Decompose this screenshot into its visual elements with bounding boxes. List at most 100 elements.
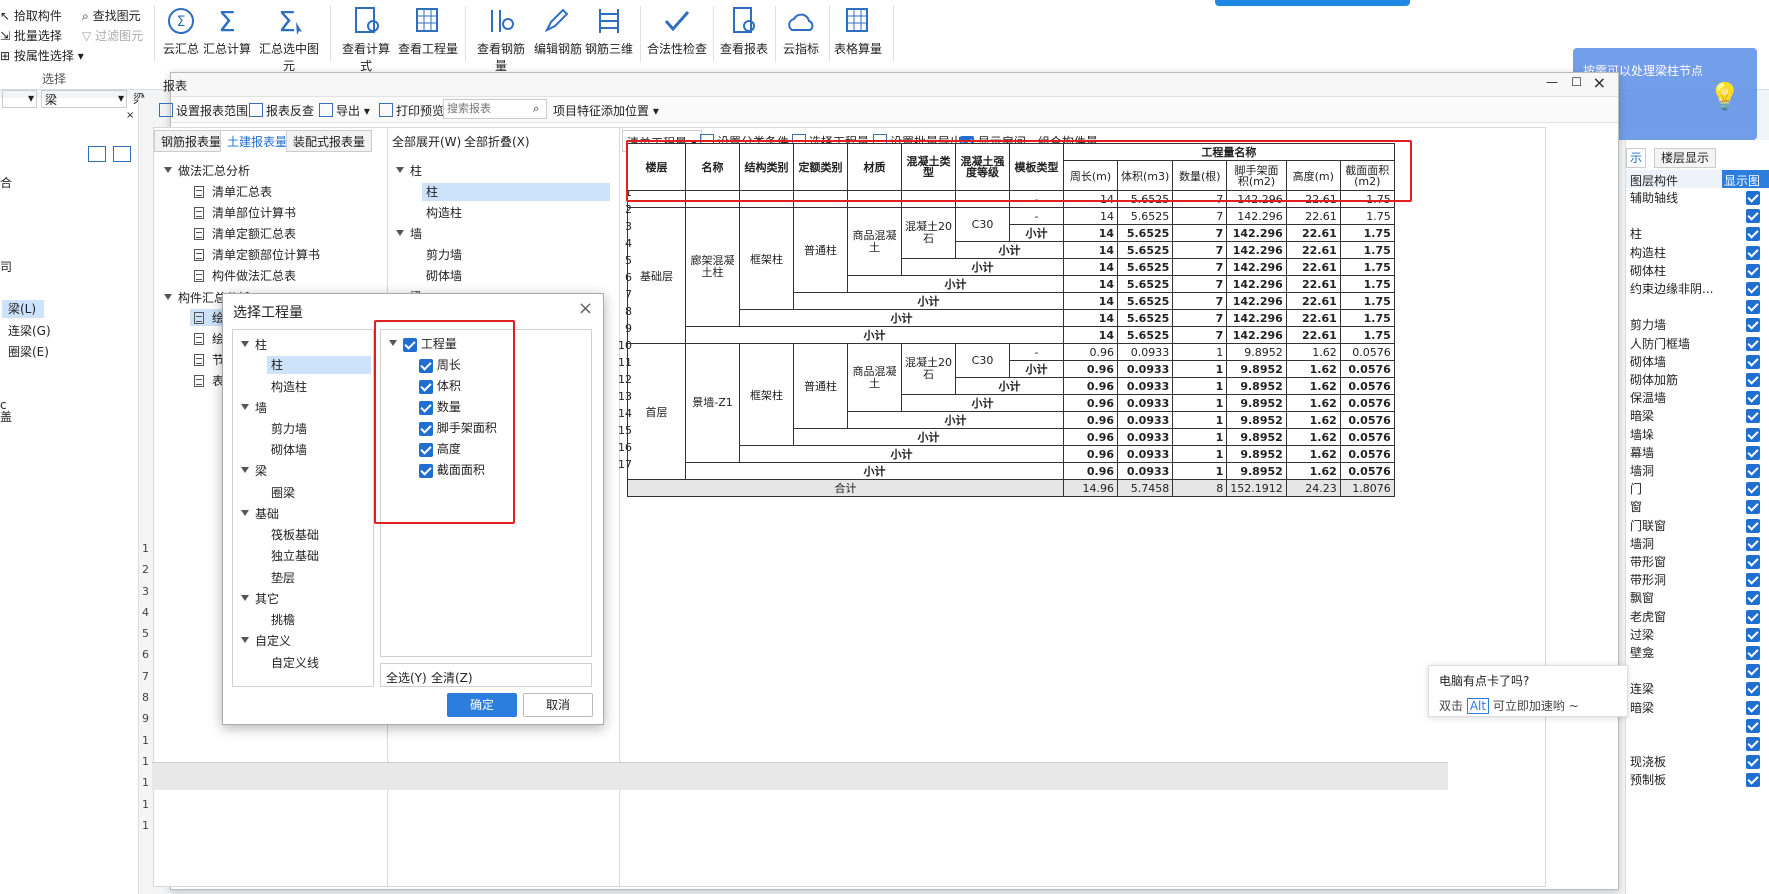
- add-feature-position-button[interactable]: 项目特征添加位置 ▾: [553, 102, 659, 119]
- value-cell[interactable]: 1.75: [1339, 326, 1395, 344]
- value-cell[interactable]: 1.75: [1339, 309, 1395, 327]
- value-cell[interactable]: 1.75: [1339, 241, 1395, 259]
- value-cell[interactable]: 9.8952: [1226, 411, 1287, 429]
- value-cell[interactable]: 142.296: [1226, 309, 1287, 327]
- layer-row[interactable]: [1630, 734, 1768, 754]
- tree-item-report[interactable]: 节: [194, 351, 224, 368]
- dlg-item[interactable]: 筏板基础: [271, 526, 319, 543]
- view-formula-button[interactable]: 查看计算式: [337, 4, 395, 73]
- checkbox-checked-icon[interactable]: [1746, 191, 1760, 205]
- checkbox-checked-icon[interactable]: [1746, 518, 1760, 533]
- dlg-group[interactable]: 基础: [241, 505, 279, 522]
- tree-group-method-summary[interactable]: 做法汇总分析: [164, 162, 250, 179]
- value-cell[interactable]: 0.96: [1063, 394, 1118, 412]
- tab-prefab-report[interactable]: 装配式报表量: [286, 130, 373, 152]
- layer-row[interactable]: 飘窗: [1630, 588, 1768, 608]
- layer-row[interactable]: [1630, 206, 1768, 226]
- material-cell[interactable]: 商品混凝土: [847, 207, 902, 276]
- value-cell[interactable]: 1.62: [1285, 394, 1341, 412]
- value-cell[interactable]: 0.0933: [1116, 445, 1174, 463]
- dlg-item[interactable]: 构造柱: [271, 378, 307, 395]
- value-cell[interactable]: 24.23: [1285, 479, 1341, 497]
- value-cell[interactable]: 1: [1172, 411, 1228, 429]
- tree-group-column[interactable]: 柱: [396, 162, 422, 179]
- layer-row[interactable]: [1630, 716, 1768, 736]
- layer-row[interactable]: 剪力墙: [1630, 315, 1768, 335]
- checkbox-checked-icon[interactable]: [1746, 500, 1760, 515]
- layer-row[interactable]: [1630, 661, 1768, 681]
- checkbox-checked-icon[interactable]: [1746, 318, 1760, 333]
- layer-row[interactable]: 幕墙: [1630, 443, 1768, 463]
- layer-row[interactable]: 保温墙: [1630, 388, 1768, 408]
- layer-row[interactable]: 墙洞: [1630, 461, 1768, 481]
- layer-row[interactable]: 现浇板: [1630, 752, 1768, 772]
- value-cell[interactable]: 1.75: [1339, 207, 1395, 225]
- value-cell[interactable]: 5.6525: [1116, 241, 1174, 259]
- checkbox-checked-icon[interactable]: [1746, 245, 1760, 260]
- tree-item-masonry-wall[interactable]: 砌体墙: [426, 267, 462, 284]
- value-cell[interactable]: 0.96: [1063, 445, 1118, 463]
- quota-cell[interactable]: 普通柱: [793, 207, 848, 293]
- value-cell[interactable]: 1.62: [1285, 377, 1341, 395]
- value-cell[interactable]: 14: [1063, 292, 1118, 310]
- tree-item-column-selected[interactable]: 柱: [422, 183, 610, 201]
- value-cell[interactable]: 7: [1172, 224, 1228, 242]
- value-cell[interactable]: 7: [1172, 326, 1228, 344]
- layer-row[interactable]: 约束边缘非阴...: [1630, 279, 1768, 299]
- value-cell[interactable]: 0.0933: [1116, 377, 1174, 395]
- value-cell[interactable]: 5.6525: [1116, 292, 1174, 310]
- checkbox-checked-icon[interactable]: [1746, 755, 1760, 770]
- floor-cell[interactable]: 基础层: [627, 207, 686, 344]
- checkbox-checked-icon[interactable]: [1746, 227, 1760, 242]
- ctype-cell[interactable]: 混凝土20石: [901, 343, 956, 395]
- checkbox-checked-icon[interactable]: [1746, 646, 1760, 660]
- view-rebar-button[interactable]: 查看钢筋量: [472, 4, 530, 73]
- layer-row[interactable]: 辅助轴线: [1630, 188, 1768, 208]
- tree-item-ring-beam[interactable]: 圈梁(E): [8, 343, 49, 360]
- value-cell[interactable]: 1.62: [1285, 445, 1341, 463]
- value-cell[interactable]: 0.0576: [1339, 428, 1395, 446]
- checkbox-checked-icon[interactable]: [1746, 209, 1760, 224]
- validity-check-button[interactable]: 合法性检查: [646, 4, 708, 62]
- dlg-group[interactable]: 柱: [241, 336, 267, 353]
- report-search-input[interactable]: [443, 99, 547, 119]
- value-cell[interactable]: 14: [1063, 275, 1118, 293]
- value-cell[interactable]: 0.0933: [1116, 360, 1174, 378]
- value-cell[interactable]: 0.0576: [1339, 394, 1395, 412]
- value-cell[interactable]: 0.0933: [1116, 462, 1174, 480]
- batch-select-button[interactable]: ⇲ 批量选择: [0, 27, 62, 44]
- value-cell[interactable]: 1.62: [1285, 343, 1341, 361]
- checkbox-checked-icon[interactable]: [1746, 555, 1760, 569]
- table-calc-button[interactable]: 表格算量: [833, 4, 883, 62]
- tree-item-construction-column[interactable]: 构造柱: [426, 204, 462, 221]
- rebar-3d-button[interactable]: 钢筋三维: [585, 4, 633, 62]
- tab-civil-report[interactable]: 土建报表量: [220, 130, 295, 152]
- tree-item-report[interactable]: 表: [194, 372, 224, 389]
- report-lookup-button[interactable]: 报表反查: [249, 102, 314, 119]
- value-cell[interactable]: 22.61: [1285, 258, 1341, 276]
- dialog-close-button[interactable]: ×: [578, 298, 593, 319]
- layer-row[interactable]: 过梁: [1630, 625, 1768, 645]
- dlg-item[interactable]: 垫层: [271, 569, 295, 586]
- layer-row[interactable]: 砌体柱: [1630, 261, 1768, 281]
- speedup-popup[interactable]: 电脑有点卡了吗? 双击 Alt 可立即加速哟 ~: [1428, 665, 1628, 717]
- value-cell[interactable]: 9.8952: [1226, 428, 1287, 446]
- close-icon[interactable]: ×: [126, 110, 134, 121]
- tab-rebar-report[interactable]: 钢筋报表量: [154, 130, 229, 152]
- value-cell[interactable]: 0.96: [1063, 343, 1118, 361]
- value-cell[interactable]: 9.8952: [1226, 462, 1287, 480]
- filter-combo-1[interactable]: ▾: [2, 90, 37, 108]
- checkbox-checked-icon[interactable]: [1746, 300, 1760, 315]
- name-cell[interactable]: 景墙-Z1: [685, 343, 740, 463]
- value-cell[interactable]: 7: [1172, 241, 1228, 259]
- clear-all-button[interactable]: 全清(Z): [431, 669, 473, 686]
- value-cell[interactable]: 0.0576: [1339, 343, 1395, 361]
- checkbox-checked-icon[interactable]: [1746, 427, 1760, 442]
- value-cell[interactable]: 1: [1172, 394, 1228, 412]
- value-cell[interactable]: 0.0933: [1116, 411, 1174, 429]
- minimize-button[interactable]: —: [1546, 75, 1558, 89]
- value-cell[interactable]: 1.8076: [1339, 479, 1395, 497]
- checkbox-checked-icon[interactable]: [1746, 409, 1760, 424]
- dlg-group[interactable]: 梁: [241, 462, 267, 479]
- value-cell[interactable]: 142.296: [1226, 326, 1287, 344]
